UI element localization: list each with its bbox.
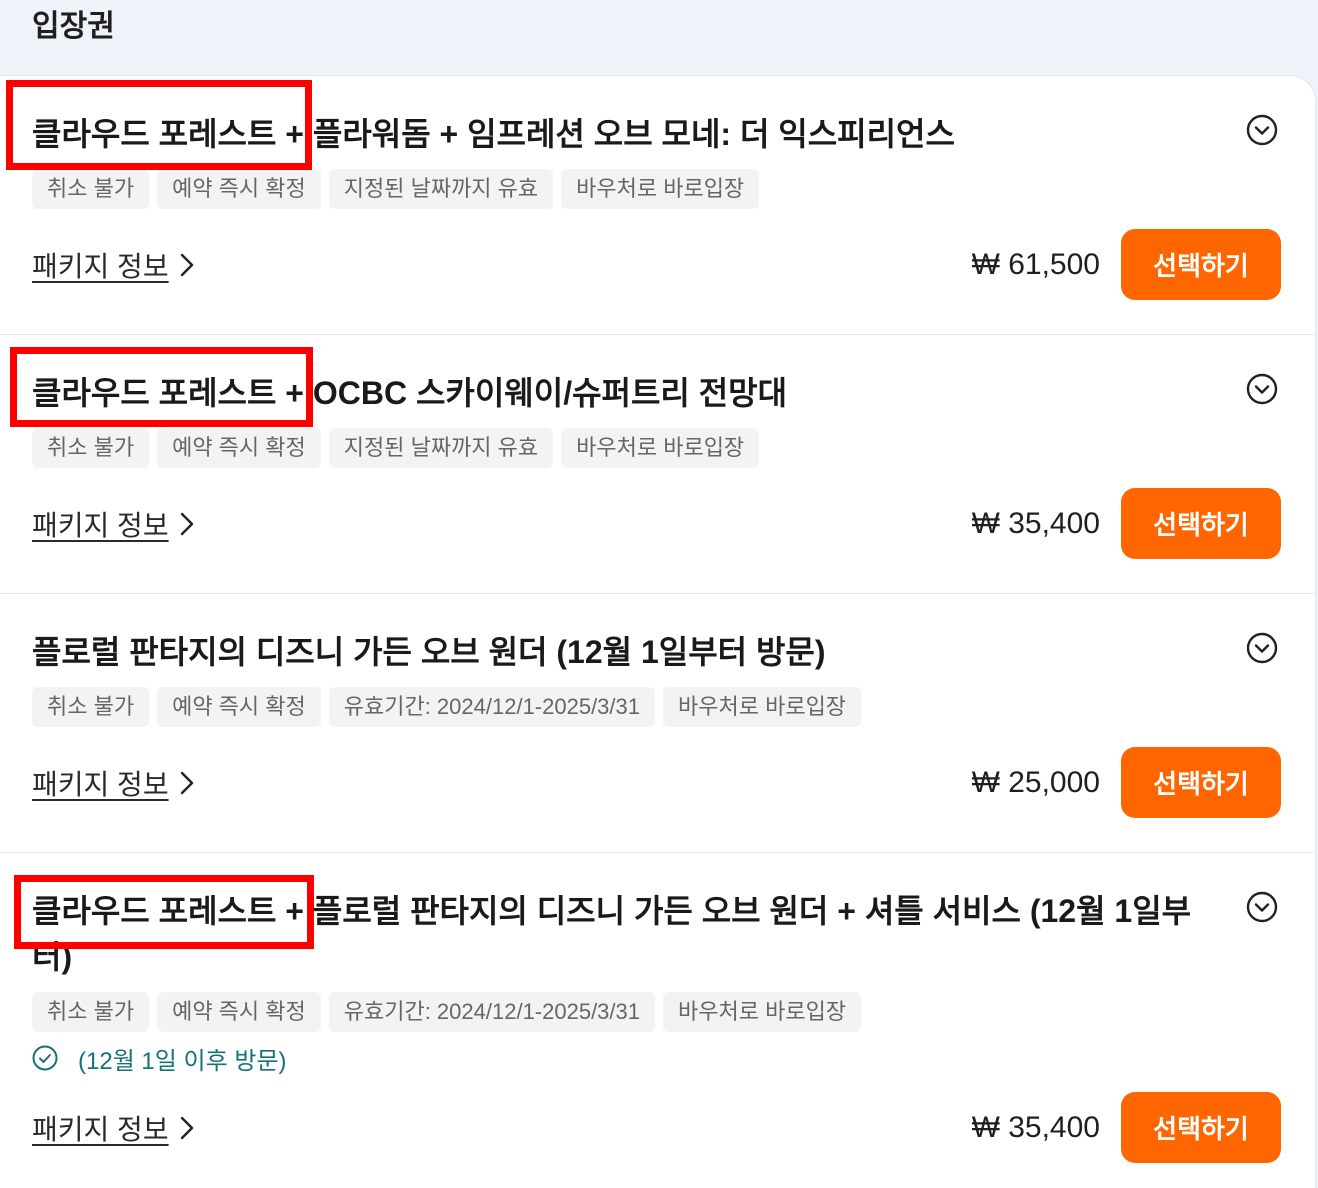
price-area: ₩ 35,400 선택하기 (972, 488, 1281, 559)
package-footer: 패키지 정보 ₩ 35,400 선택하기 (32, 1092, 1281, 1163)
package-header: 플로럴 판타지의 디즈니 가든 오브 원더 (12월 1일부터 방문) (32, 629, 1281, 675)
package-title: 클라우드 포레스트 + OCBC 스카이웨이/슈퍼트리 전망대 (32, 375, 788, 411)
package-info-link[interactable]: 패키지 정보 (32, 763, 195, 803)
tag-validity: 지정된 날짜까지 유효 (328, 169, 554, 209)
select-button[interactable]: 선택하기 (1121, 1092, 1281, 1163)
tag-confirmation: 예약 즉시 확정 (157, 687, 321, 727)
price-area: ₩ 61,500 선택하기 (972, 229, 1281, 300)
chevron-down-circle-icon[interactable] (1246, 114, 1278, 146)
chevron-down-circle-icon[interactable] (1246, 373, 1278, 405)
tag-list: 취소 불가 예약 즉시 확정 지정된 날짜까지 유효 바우처로 바로입장 (32, 428, 1281, 468)
package-title: 플로럴 판타지의 디즈니 가든 오브 원더 (12월 1일부터 방문) (32, 634, 826, 670)
package-title: 클라우드 포레스트 + 플로럴 판타지의 디즈니 가든 오브 원더 + 셔틀 서… (32, 893, 1192, 975)
tag-list: 취소 불가 예약 즉시 확정 지정된 날짜까지 유효 바우처로 바로입장 (32, 169, 1281, 209)
tag-entry: 바우처로 바로입장 (561, 428, 760, 468)
package-header: 클라우드 포레스트 + 플로럴 판타지의 디즈니 가든 오브 원더 + 셔틀 서… (32, 888, 1281, 980)
package-header: 클라우드 포레스트 + OCBC 스카이웨이/슈퍼트리 전망대 (32, 370, 1281, 416)
package-list: 클라우드 포레스트 + 플라워돔 + 임프레션 오브 모네: 더 익스피리언스 … (0, 75, 1316, 1188)
package-footer: 패키지 정보 ₩ 35,400 선택하기 (32, 488, 1281, 559)
chevron-down-circle-icon[interactable] (1246, 891, 1278, 923)
package-item: 플로럴 판타지의 디즈니 가든 오브 원더 (12월 1일부터 방문) 취소 불… (0, 594, 1315, 853)
package-item: 클라우드 포레스트 + 플로럴 판타지의 디즈니 가든 오브 원더 + 셔틀 서… (0, 853, 1315, 1188)
price: ₩ 25,000 (971, 765, 1100, 799)
package-item: 클라우드 포레스트 + 플라워돔 + 임프레션 오브 모네: 더 익스피리언스 … (0, 76, 1315, 335)
tag-list: 취소 불가 예약 즉시 확정 유효기간: 2024/12/1-2025/3/31… (32, 687, 1281, 727)
chevron-right-icon (179, 511, 195, 537)
tag-cancellation: 취소 불가 (32, 687, 150, 727)
package-title: 클라우드 포레스트 + 플라워돔 + 임프레션 오브 모네: 더 익스피리언스 (32, 116, 955, 152)
tag-list: 취소 불가 예약 즉시 확정 유효기간: 2024/12/1-2025/3/31… (32, 992, 1281, 1032)
tag-validity: 유효기간: 2024/12/1-2025/3/31 (328, 687, 656, 727)
package-info-label: 패키지 정보 (32, 509, 169, 541)
section-title: 입장권 (32, 10, 115, 43)
package-info-link[interactable]: 패키지 정보 (32, 1108, 195, 1148)
tag-entry: 바우처로 바로입장 (561, 169, 760, 209)
tag-confirmation: 예약 즉시 확정 (157, 169, 321, 209)
price-area: ₩ 25,000 선택하기 (972, 747, 1281, 818)
chevron-right-icon (179, 1115, 195, 1141)
tag-validity: 지정된 날짜까지 유효 (328, 428, 554, 468)
price: ₩ 35,400 (971, 506, 1100, 540)
package-footer: 패키지 정보 ₩ 61,500 선택하기 (32, 229, 1281, 300)
tag-entry: 바우처로 바로입장 (663, 687, 862, 727)
select-button[interactable]: 선택하기 (1121, 229, 1281, 300)
package-info-label: 패키지 정보 (32, 768, 169, 800)
chevron-down-circle-icon[interactable] (1246, 632, 1278, 664)
package-header: 클라우드 포레스트 + 플라워돔 + 임프레션 오브 모네: 더 익스피리언스 (32, 111, 1281, 157)
select-button[interactable]: 선택하기 (1121, 488, 1281, 559)
package-item: 클라우드 포레스트 + OCBC 스카이웨이/슈퍼트리 전망대 취소 불가 예약… (0, 335, 1315, 594)
tag-validity: 유효기간: 2024/12/1-2025/3/31 (328, 992, 656, 1032)
chevron-right-icon (179, 770, 195, 796)
package-info-link[interactable]: 패키지 정보 (32, 245, 195, 285)
package-info-label: 패키지 정보 (32, 1113, 169, 1145)
check-circle-icon (32, 1045, 58, 1071)
price-area: ₩ 35,400 선택하기 (972, 1092, 1281, 1163)
tag-cancellation: 취소 불가 (32, 169, 150, 209)
price: ₩ 35,400 (971, 1110, 1100, 1144)
tag-cancellation: 취소 불가 (32, 992, 150, 1032)
package-info-label: 패키지 정보 (32, 250, 169, 282)
visit-note: (12월 1일 이후 방문) (32, 1044, 1281, 1075)
visit-note-text: (12월 1일 이후 방문) (78, 1047, 287, 1075)
package-info-link[interactable]: 패키지 정보 (32, 504, 195, 544)
tag-confirmation: 예약 즉시 확정 (157, 992, 321, 1032)
tag-confirmation: 예약 즉시 확정 (157, 428, 321, 468)
tag-entry: 바우처로 바로입장 (663, 992, 862, 1032)
select-button[interactable]: 선택하기 (1121, 747, 1281, 818)
chevron-right-icon (179, 252, 195, 278)
tag-cancellation: 취소 불가 (32, 428, 150, 468)
price: ₩ 61,500 (971, 247, 1100, 281)
package-footer: 패키지 정보 ₩ 25,000 선택하기 (32, 747, 1281, 818)
